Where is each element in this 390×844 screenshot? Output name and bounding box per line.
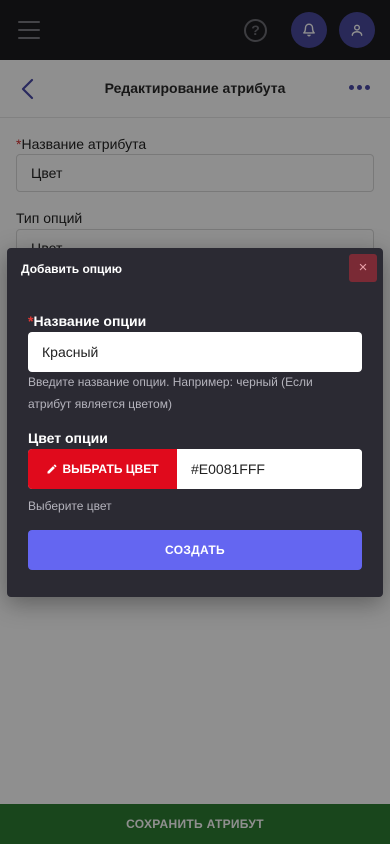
option-name-hint: Введите название опции. Например: черный… — [28, 375, 313, 411]
dialog-title: Добавить опцию — [21, 262, 123, 276]
pick-color-label: ВЫБРАТЬ ЦВЕТ — [62, 462, 159, 476]
pencil-icon — [47, 464, 57, 474]
color-hex-input[interactable]: #E0081FFF — [177, 449, 362, 489]
color-picker-row: ВЫБРАТЬ ЦВЕТ #E0081FFF — [28, 449, 362, 489]
color-hint: Выберите цвет — [28, 499, 112, 513]
option-color-label: Цвет опции — [28, 430, 108, 446]
option-name-label-text: Название опции — [33, 313, 147, 329]
add-option-dialog: Добавить опцию × *Название опции Красный… — [7, 248, 383, 597]
option-name-input[interactable]: Красный — [28, 332, 362, 372]
option-name-label: *Название опции — [28, 313, 146, 329]
close-icon[interactable]: × — [349, 254, 377, 282]
pick-color-button[interactable]: ВЫБРАТЬ ЦВЕТ — [28, 449, 177, 489]
create-button[interactable]: СОЗДАТЬ — [28, 530, 362, 570]
